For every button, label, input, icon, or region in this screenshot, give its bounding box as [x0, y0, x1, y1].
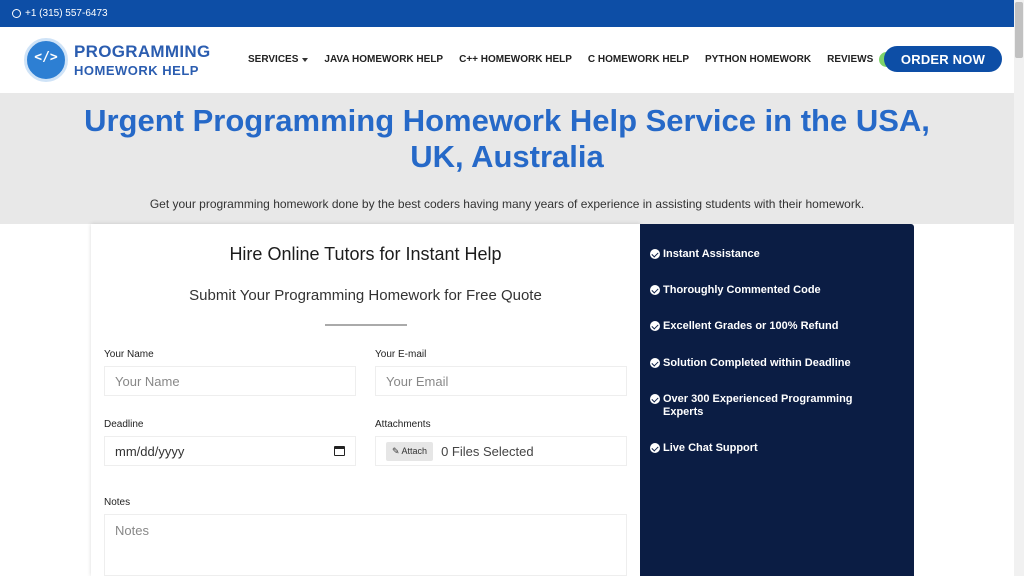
feature-item: Thoroughly Commented Code: [650, 284, 895, 297]
email-input[interactable]: Your Email: [375, 366, 627, 396]
nav-c-homework-help[interactable]: C HOMEWORK HELP: [588, 54, 689, 65]
heading-divider: [325, 324, 407, 326]
check-circle-icon: [650, 285, 660, 295]
name-input[interactable]: Your Name: [104, 366, 356, 396]
check-circle-icon: [650, 443, 660, 453]
logo-line-1: PROGRAMMING: [74, 41, 211, 61]
logo-line-2: HOMEWORK HELP: [74, 62, 199, 78]
feature-item: Live Chat Support: [650, 442, 895, 455]
files-status: 0 Files Selected: [441, 443, 534, 459]
caret-down-icon: [302, 57, 309, 62]
check-circle-icon: [650, 321, 660, 331]
quote-form: Hire Online Tutors for Instant Help Subm…: [91, 224, 640, 576]
top-contact-bar: +1 (315) 557-6473: [0, 0, 1024, 27]
check-circle-icon: [650, 358, 660, 368]
features-panel: Instant Assistance Thoroughly Commented …: [640, 224, 914, 576]
order-now-button[interactable]: ORDER NOW: [884, 46, 1002, 72]
deadline-input[interactable]: mm/dd/yyyy: [104, 436, 356, 466]
site-header: </> PROGRAMMING HOMEWORK HELP SERVICES J…: [0, 27, 1014, 93]
nav-java-homework-help[interactable]: JAVA HOMEWORK HELP: [324, 54, 443, 65]
site-logo[interactable]: </> PROGRAMMING HOMEWORK HELP: [24, 36, 210, 84]
whatsapp-icon: [12, 9, 21, 18]
nav-services[interactable]: SERVICES: [248, 54, 309, 65]
feature-item: Excellent Grades or 100% Refund: [650, 320, 895, 333]
phone-number[interactable]: +1 (315) 557-6473: [25, 8, 108, 19]
attachments-field: ✎ Attach 0 Files Selected: [375, 436, 627, 466]
attachments-label: Attachments: [375, 419, 431, 430]
calendar-icon[interactable]: [334, 446, 345, 456]
notes-label: Notes: [104, 497, 131, 508]
main-nav: SERVICES JAVA HOMEWORK HELP C++ HOMEWORK…: [248, 52, 928, 67]
hero-section: Urgent Programming Homework Help Service…: [0, 93, 1014, 224]
check-circle-icon: [650, 394, 660, 404]
page-title: Urgent Programming Homework Help Service…: [84, 103, 930, 174]
name-label: Your Name: [104, 349, 154, 360]
email-label: Your E-mail: [375, 349, 427, 360]
hero-subtitle: Get your programming homework done by th…: [149, 197, 865, 211]
scrollbar-thumb[interactable]: [1015, 2, 1023, 58]
feature-item: Over 300 Experienced Programming Experts: [650, 393, 895, 419]
deadline-value: mm/dd/yyyy: [115, 443, 185, 459]
notes-textarea[interactable]: Notes: [104, 514, 627, 576]
nav-python-homework[interactable]: PYTHON HOMEWORK: [705, 54, 811, 65]
globe-code-icon: </>: [24, 36, 68, 84]
form-subheading: Submit Your Programming Homework for Fre…: [189, 287, 542, 304]
deadline-label: Deadline: [104, 419, 144, 430]
nav-cpp-homework-help[interactable]: C++ HOMEWORK HELP: [459, 54, 572, 65]
check-circle-icon: [650, 249, 660, 259]
feature-item: Solution Completed within Deadline: [650, 357, 895, 370]
attach-button[interactable]: ✎ Attach: [386, 441, 434, 461]
scrollbar[interactable]: [1014, 0, 1024, 576]
form-heading: Hire Online Tutors for Instant Help: [229, 244, 502, 264]
feature-item: Instant Assistance: [650, 248, 895, 261]
